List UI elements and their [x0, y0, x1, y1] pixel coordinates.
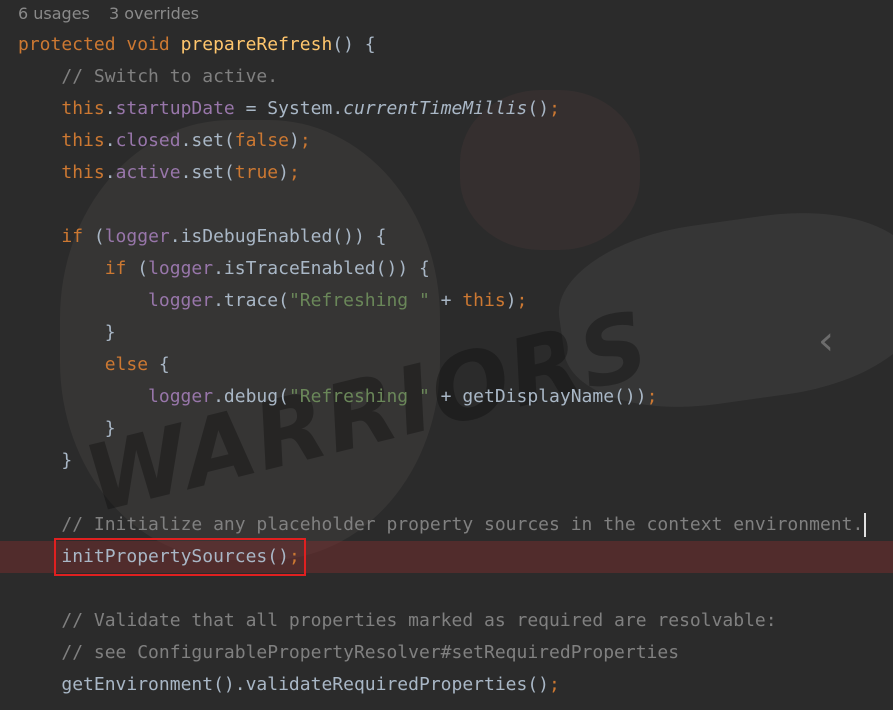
code-token: ) — [278, 162, 289, 183]
code-token: this — [61, 98, 105, 119]
code-line[interactable]: this.closed.set(false); — [18, 125, 893, 157]
code-token: () { — [332, 34, 376, 55]
code-token: .trace( — [213, 290, 289, 311]
code-line[interactable]: this.active.set(true); — [18, 157, 893, 189]
code-token: .debug( — [213, 386, 289, 407]
code-token: ) — [505, 290, 517, 311]
code-token: + getDisplayName()) — [429, 386, 647, 407]
code-token: // Validate that all properties marked a… — [61, 610, 777, 631]
code-token: .isDebugEnabled()) { — [169, 226, 387, 247]
code-token: // Initialize any placeholder property s… — [61, 514, 864, 535]
code-token: this — [61, 162, 105, 183]
code-token: ; — [549, 98, 560, 119]
code-token: // see ConfigurablePropertyResolver#setR… — [61, 642, 680, 663]
code-token: . — [104, 162, 116, 183]
text-cursor — [864, 513, 867, 537]
code-line[interactable]: } — [18, 413, 893, 445]
code-token: logger — [148, 258, 214, 279]
code-line[interactable] — [18, 573, 893, 605]
code-token: ) — [288, 130, 300, 151]
code-token: .isTraceEnabled()) { — [213, 258, 430, 279]
code-token: prepareRefresh — [180, 34, 333, 55]
code-line[interactable] — [18, 189, 893, 221]
code-token: // Switch to active. — [61, 66, 279, 87]
code-line[interactable]: // Switch to active. — [18, 61, 893, 93]
code-token: . — [104, 98, 116, 119]
code-token: logger — [148, 386, 214, 407]
code-token: logger — [104, 226, 170, 247]
code-token: "Refreshing " — [288, 290, 430, 311]
code-token: active — [115, 162, 181, 183]
code-line[interactable]: this.startupDate = System.currentTimeMil… — [18, 93, 893, 125]
code-token: .set( — [180, 162, 235, 183]
code-line[interactable]: if (logger.isDebugEnabled()) { — [18, 221, 893, 253]
highlight-annotation-box — [54, 538, 306, 576]
overrides-hint[interactable]: 3 overrides — [109, 4, 199, 23]
code-editor[interactable]: protected void prepareRefresh() { // Swi… — [0, 29, 893, 701]
code-line[interactable]: } — [18, 445, 893, 477]
code-token: if — [61, 226, 94, 247]
code-line[interactable]: protected void prepareRefresh() { — [18, 29, 893, 61]
code-token: + — [429, 290, 463, 311]
code-token: } — [61, 450, 73, 471]
code-token: ; — [549, 674, 560, 695]
inlay-hints[interactable]: 6 usages 3 overrides — [18, 2, 213, 26]
code-token: } — [104, 418, 116, 439]
code-token: = System. — [234, 98, 344, 119]
code-token: . — [104, 130, 116, 151]
code-token: () — [527, 98, 550, 119]
code-token: this — [462, 290, 506, 311]
code-line[interactable]: // see ConfigurablePropertyResolver#setR… — [18, 637, 893, 669]
code-token: .set( — [180, 130, 235, 151]
code-token: closed — [115, 130, 181, 151]
code-token: getEnvironment().validateRequiredPropert… — [61, 674, 550, 695]
code-token: ( — [137, 258, 149, 279]
code-token: ; — [646, 386, 658, 407]
code-token: { — [158, 354, 170, 375]
usages-hint[interactable]: 6 usages — [18, 4, 90, 23]
code-token: this — [61, 130, 105, 151]
code-token: if — [104, 258, 138, 279]
code-token: false — [234, 130, 289, 151]
code-line[interactable]: getEnvironment().validateRequiredPropert… — [18, 669, 893, 701]
code-token: else — [104, 354, 159, 375]
code-token: protected — [18, 34, 127, 55]
code-line[interactable]: } — [18, 317, 893, 349]
code-token: "Refreshing " — [288, 386, 430, 407]
code-line[interactable]: if (logger.isTraceEnabled()) { — [18, 253, 893, 285]
code-token: ; — [299, 130, 311, 151]
code-token: startupDate — [115, 98, 235, 119]
code-token: void — [126, 34, 181, 55]
code-line[interactable]: logger.trace("Refreshing " + this); — [18, 285, 893, 317]
code-token: } — [104, 322, 116, 343]
code-line[interactable]: else { — [18, 349, 893, 381]
code-token: true — [234, 162, 279, 183]
code-line[interactable]: // Initialize any placeholder property s… — [18, 509, 893, 541]
code-token: logger — [148, 290, 214, 311]
code-token: ; — [288, 162, 300, 183]
code-line[interactable] — [18, 477, 893, 509]
code-token: ( — [93, 226, 105, 247]
code-line[interactable]: logger.debug("Refreshing " + getDisplayN… — [18, 381, 893, 413]
code-line[interactable]: // Validate that all properties marked a… — [18, 605, 893, 637]
code-token: currentTimeMillis — [343, 98, 528, 119]
code-token: ; — [516, 290, 528, 311]
